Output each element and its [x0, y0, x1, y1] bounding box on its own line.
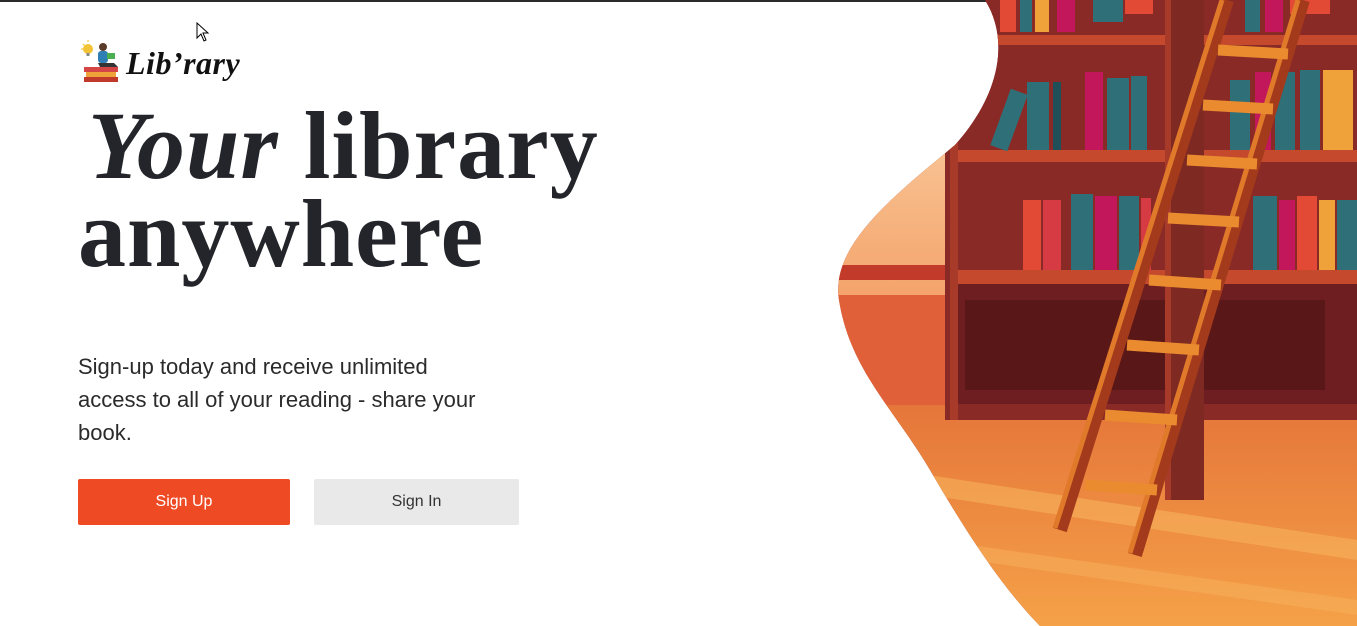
- mouse-cursor-icon: [196, 22, 210, 42]
- sign-in-button[interactable]: Sign In: [314, 479, 519, 525]
- reader-on-books-icon: [81, 40, 118, 82]
- brand-name: Lib’rary: [126, 44, 241, 81]
- brand-logo[interactable]: Lib’rary: [78, 36, 240, 86]
- hero-subtitle: Sign-up today and receive unlimited acce…: [78, 354, 476, 445]
- headline-line-2: anywhere: [78, 180, 485, 287]
- library-illustration: [838, 0, 1357, 626]
- hero-headline: Your library anywhere: [78, 98, 599, 282]
- sign-up-button[interactable]: Sign Up: [78, 479, 290, 525]
